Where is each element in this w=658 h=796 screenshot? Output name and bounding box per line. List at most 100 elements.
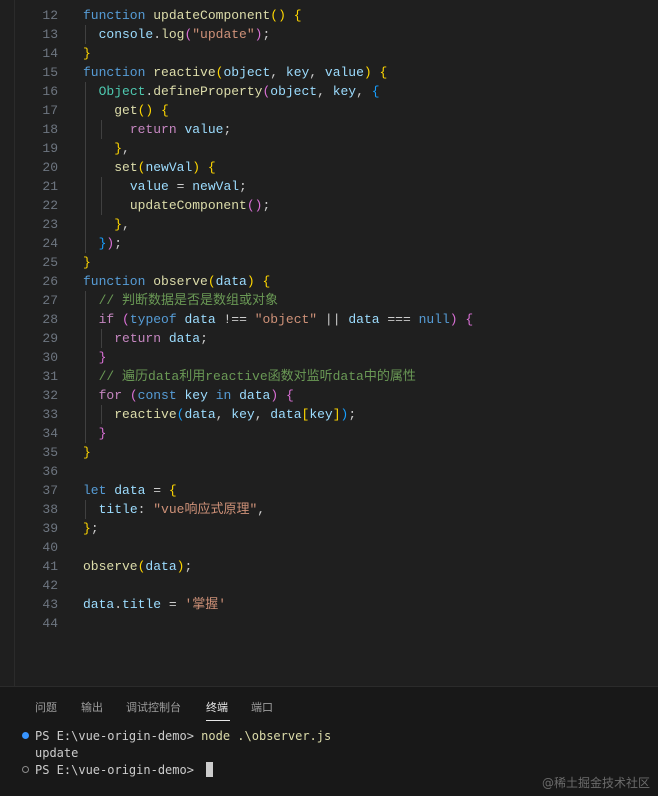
- code-token: return: [129, 122, 177, 137]
- code-token: get: [114, 103, 138, 118]
- code-token: data: [83, 597, 115, 612]
- code-token: reactive: [153, 65, 216, 80]
- code-token: }: [83, 46, 91, 61]
- code-token: (: [207, 274, 216, 289]
- line-number: 12: [42, 8, 58, 23]
- terminal-prompt: PS E:\vue-origin-demo>: [35, 763, 202, 777]
- code-token: let: [83, 483, 107, 498]
- code-token: data: [168, 331, 201, 346]
- line-code: }: [83, 348, 107, 367]
- line-number: 28: [42, 312, 58, 327]
- code-token: :: [137, 502, 154, 517]
- code-token: typeof: [129, 312, 177, 327]
- code-token: function: [83, 8, 146, 23]
- code-line: 12 function updateComponent() {: [0, 6, 658, 25]
- code-token: ,: [122, 217, 130, 232]
- code-token: object: [270, 84, 318, 99]
- code-line: 23 },: [0, 215, 658, 234]
- code-token: "object": [254, 312, 318, 327]
- line-code: value = newVal;: [83, 177, 247, 196]
- code-token: ;: [90, 521, 99, 536]
- code-token: =: [161, 597, 185, 612]
- command-success-dot-icon[interactable]: [22, 732, 29, 739]
- line-number: 44: [42, 616, 58, 631]
- code-line: 19 },: [0, 139, 658, 158]
- code-token: "vue响应式原理": [153, 502, 258, 517]
- terminal-text: PS E:\vue-origin-demo> node .\observer.j…: [35, 727, 331, 745]
- code-line: 24 });: [0, 234, 658, 253]
- active-tab-indicator: [206, 720, 230, 721]
- code-token: function: [83, 274, 146, 289]
- line-code: },: [83, 139, 130, 158]
- code-line: 27 // 判断数据是否是数组或对象: [0, 291, 658, 310]
- line-number: 22: [42, 198, 58, 213]
- line-number: 31: [42, 369, 58, 384]
- code-token: (: [122, 312, 130, 327]
- line-number: 40: [42, 540, 58, 555]
- code-line: 15 function reactive(object, key, value) …: [0, 63, 658, 82]
- code-line: 20 set(newVal) {: [0, 158, 658, 177]
- panel-tab[interactable]: 问题: [35, 699, 57, 715]
- code-line: 42: [0, 576, 658, 595]
- code-token: ): [246, 274, 255, 289]
- code-line: 18 return value;: [0, 120, 658, 139]
- code-token: {: [293, 8, 302, 23]
- code-token: data: [145, 559, 177, 574]
- code-line: 44: [0, 614, 658, 633]
- code-token: {: [207, 160, 216, 175]
- code-token: ||: [317, 312, 349, 327]
- code-token: .: [153, 27, 162, 42]
- code-token: ): [192, 160, 201, 175]
- code-token: .: [114, 597, 123, 612]
- code-line: 17 get() {: [0, 101, 658, 120]
- code-token: updateComponent: [129, 198, 247, 213]
- code-token: ,: [257, 502, 266, 517]
- line-code: for (const key in data) {: [83, 386, 294, 405]
- code-token: ;: [223, 122, 232, 137]
- line-number: 26: [42, 274, 58, 289]
- line-number: 41: [42, 559, 58, 574]
- code-token: {: [371, 84, 380, 99]
- code-token: null: [418, 312, 450, 327]
- line-number: 39: [42, 521, 58, 536]
- code-token: log: [161, 27, 185, 42]
- code-token: title: [98, 502, 138, 517]
- panel-tab[interactable]: 输出: [81, 699, 103, 715]
- code-token: data: [239, 388, 271, 403]
- code-token: newVal: [145, 160, 193, 175]
- code-token: ;: [262, 198, 271, 213]
- code-token: {: [285, 388, 294, 403]
- line-code: reactive(data, key, data[key]);: [83, 405, 356, 424]
- code-token: ;: [348, 407, 357, 422]
- code-token: data: [215, 274, 247, 289]
- code-token: object: [223, 65, 271, 80]
- line-number: 34: [42, 426, 58, 441]
- panel-tab[interactable]: 终端: [206, 699, 228, 715]
- command-pending-dot-icon[interactable]: [22, 766, 29, 773]
- code-token: ,: [215, 407, 232, 422]
- panel-tab[interactable]: 调试控制台: [126, 699, 181, 715]
- line-code: return value;: [83, 120, 231, 139]
- code-line: 14}: [0, 44, 658, 63]
- line-code: set(newVal) {: [83, 158, 216, 177]
- panel-tab[interactable]: 端口: [251, 699, 273, 715]
- line-number: 24: [42, 236, 58, 251]
- line-code: title: "vue响应式原理",: [83, 500, 265, 519]
- code-token: }: [114, 217, 123, 232]
- code-line: 34 }: [0, 424, 658, 443]
- code-editor[interactable]: 12 function updateComponent() {13 console…: [0, 0, 658, 686]
- code-token: if: [98, 312, 115, 327]
- code-token: data: [114, 483, 146, 498]
- line-code: observe(data);: [83, 557, 192, 576]
